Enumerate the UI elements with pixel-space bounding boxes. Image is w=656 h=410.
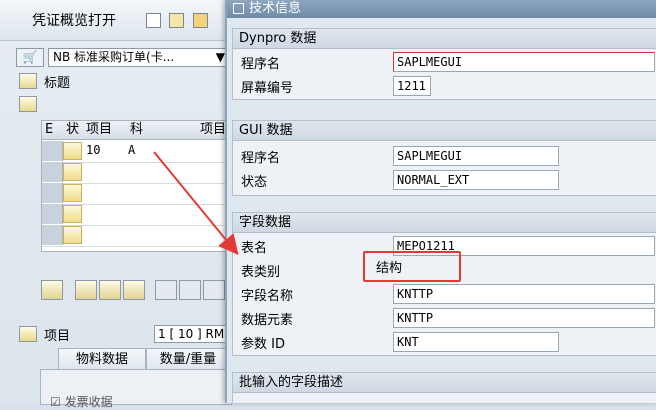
field-label: 字段名称	[241, 289, 294, 304]
deselect-icon[interactable]	[123, 280, 145, 300]
tab-material-data[interactable]: 物料数据	[58, 348, 146, 370]
field-data-group: 字段数据 表名 MEPO1211 表类别 结构 字段名称 KNTTP 数据元素 …	[232, 212, 656, 356]
status-cell[interactable]	[63, 226, 82, 244]
dialog-title: 技术信息	[249, 1, 302, 16]
edit-icon	[233, 3, 244, 14]
group-header: 批输入的字段描述	[233, 373, 656, 393]
technical-info-dialog: 技术信息 Dynpro 数据 程序名 SAPLMEGUI 屏幕编号 1211 G…	[225, 0, 656, 403]
field-label: 表类别	[241, 265, 281, 280]
header-section-label: 标题	[44, 76, 71, 91]
expand-item-detail-button[interactable]	[19, 326, 37, 342]
field-label: 程序名	[241, 151, 281, 166]
column-header[interactable]: 状	[66, 121, 79, 139]
table-row[interactable]	[42, 225, 230, 247]
status-cell[interactable]	[63, 205, 82, 223]
table-row[interactable]	[42, 204, 230, 226]
annotation-highlight-box	[363, 251, 461, 282]
item-overview-table: E 状 项目 科 项目 10 A	[41, 120, 231, 252]
field-row: 参数 ID KNT	[233, 331, 656, 353]
glasses-icon[interactable]	[169, 13, 184, 28]
program-name-field[interactable]: SAPLMEGUI	[393, 52, 655, 72]
dialog-title-bar[interactable]: 技术信息	[227, 0, 656, 18]
column-header[interactable]: E	[45, 121, 53, 139]
table-row[interactable]: 10 A	[42, 141, 230, 163]
table-header: E 状 项目 科 项目	[42, 121, 230, 140]
field-name-field[interactable]: KNTTP	[393, 284, 655, 304]
unlock-icon[interactable]	[203, 280, 225, 300]
folder-icon[interactable]	[193, 13, 208, 28]
status-cell[interactable]	[63, 184, 82, 202]
gui-data-group: GUI 数据 程序名 SAPLMEGUI 状态 NORMAL_EXT	[232, 120, 656, 196]
gui-program-field[interactable]: SAPLMEGUI	[393, 146, 559, 166]
item-number: 10	[86, 143, 101, 157]
screen-number-field[interactable]: 1211	[393, 76, 431, 96]
account-assignment[interactable]: A	[128, 143, 135, 157]
chevron-down-icon: ▼	[215, 50, 225, 64]
row-selector[interactable]	[42, 141, 63, 161]
group-header: GUI 数据	[233, 121, 656, 141]
item-select[interactable]: 1 [ 10 ] RM2	[154, 325, 228, 343]
table-row[interactable]	[42, 162, 230, 184]
row-selector[interactable]	[42, 204, 63, 224]
status-cell[interactable]	[63, 163, 82, 181]
new-document-icon[interactable]	[146, 13, 161, 28]
gui-status-field[interactable]: NORMAL_EXT	[393, 170, 559, 190]
field-label: 表名	[241, 241, 268, 256]
batch-input-group: 批输入的字段描述	[232, 372, 656, 403]
row-selector[interactable]	[42, 183, 63, 203]
dynpro-data-group: Dynpro 数据 程序名 SAPLMEGUI 屏幕编号 1211	[232, 28, 656, 100]
field-row: 数据元素 KNTTP	[233, 307, 656, 329]
column-header[interactable]: 科	[130, 121, 143, 139]
field-row: 屏幕编号 1211	[233, 75, 656, 97]
field-label: 数据元素	[241, 313, 294, 328]
group-header: 字段数据	[233, 213, 656, 233]
field-row: 程序名 SAPLMEGUI	[233, 51, 656, 73]
field-label: 屏幕编号	[241, 81, 294, 96]
column-header[interactable]: 项目	[86, 121, 112, 139]
expand-header-button[interactable]	[19, 73, 37, 89]
data-element-field[interactable]: KNTTP	[393, 308, 655, 328]
parameter-id-field[interactable]: KNT	[393, 332, 559, 352]
document-type-value: NB 标准采购订单(卡...	[53, 50, 175, 64]
column-header[interactable]: 项目	[200, 121, 226, 139]
field-row: 状态 NORMAL_EXT	[233, 169, 656, 191]
delete-icon[interactable]	[155, 280, 177, 300]
group-header: Dynpro 数据	[233, 29, 656, 49]
field-label: 程序名	[241, 57, 281, 72]
toolbar-title[interactable]: 凭证概览打开	[32, 10, 116, 30]
field-row: 程序名 SAPLMEGUI	[233, 145, 656, 167]
status-cell[interactable]	[63, 142, 82, 160]
row-selector[interactable]	[42, 225, 63, 245]
select-all-icon[interactable]	[75, 280, 97, 300]
tab-quantity-weight[interactable]: 数量/重量	[146, 348, 230, 370]
lock-icon[interactable]	[179, 280, 201, 300]
field-label: 参数 ID	[241, 337, 285, 352]
select-block-icon[interactable]	[99, 280, 121, 300]
field-row: 字段名称 KNTTP	[233, 283, 656, 305]
item-detail-label: 项目	[44, 329, 71, 344]
expand-items-button[interactable]	[19, 96, 37, 112]
document-type-row: 🛒 NB 标准采购订单(卡... ▼	[16, 48, 228, 68]
invoice-receipt-checkbox[interactable]: ☑ 发票收据	[50, 393, 113, 410]
details-icon[interactable]	[41, 280, 63, 300]
field-label: 状态	[241, 175, 268, 190]
table-row[interactable]	[42, 183, 230, 205]
row-selector[interactable]	[42, 162, 63, 182]
document-type-select[interactable]: NB 标准采购订单(卡... ▼	[48, 48, 228, 67]
cart-icon[interactable]: 🛒	[16, 48, 44, 67]
